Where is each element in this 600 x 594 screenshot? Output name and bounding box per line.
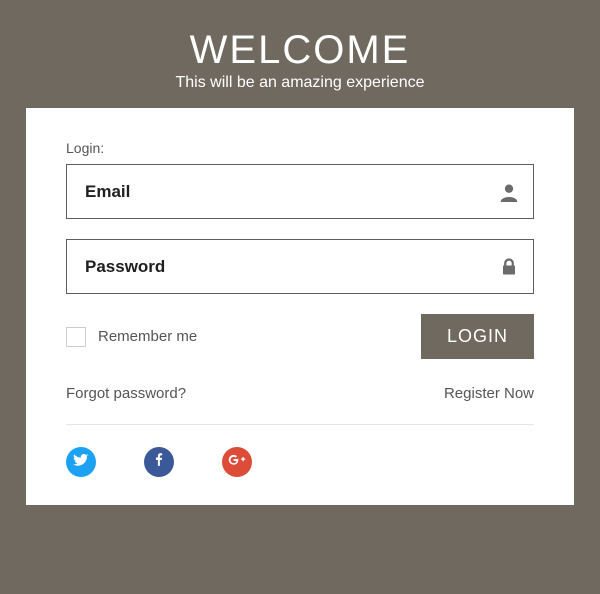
remember-checkbox[interactable]	[66, 327, 86, 347]
facebook-button[interactable]	[144, 447, 174, 477]
remember-me[interactable]: Remember me	[66, 327, 197, 347]
remember-login-row: Remember me LOGIN	[66, 314, 534, 359]
google-plus-icon	[228, 451, 246, 474]
lock-icon	[499, 256, 519, 278]
twitter-icon	[73, 452, 89, 473]
login-button[interactable]: LOGIN	[421, 314, 534, 359]
user-icon	[499, 181, 519, 203]
page-subtitle: This will be an amazing experience	[175, 74, 424, 92]
page-title: WELCOME	[175, 28, 424, 72]
email-field-wrap[interactable]	[66, 164, 534, 219]
login-card: Login: Remember me LOGIN Forgot password…	[26, 108, 574, 505]
links-row: Forgot password? Register Now	[66, 385, 534, 425]
login-section-label: Login:	[66, 140, 534, 156]
password-field[interactable]	[67, 240, 533, 293]
password-field-wrap[interactable]	[66, 239, 534, 294]
remember-label: Remember me	[98, 328, 197, 345]
email-field[interactable]	[67, 165, 533, 218]
page-header: WELCOME This will be an amazing experien…	[155, 0, 444, 108]
google-plus-button[interactable]	[222, 447, 252, 477]
twitter-button[interactable]	[66, 447, 96, 477]
forgot-password-link[interactable]: Forgot password?	[66, 385, 186, 402]
register-link[interactable]: Register Now	[444, 385, 534, 402]
facebook-icon	[152, 453, 166, 472]
social-row	[66, 447, 534, 477]
